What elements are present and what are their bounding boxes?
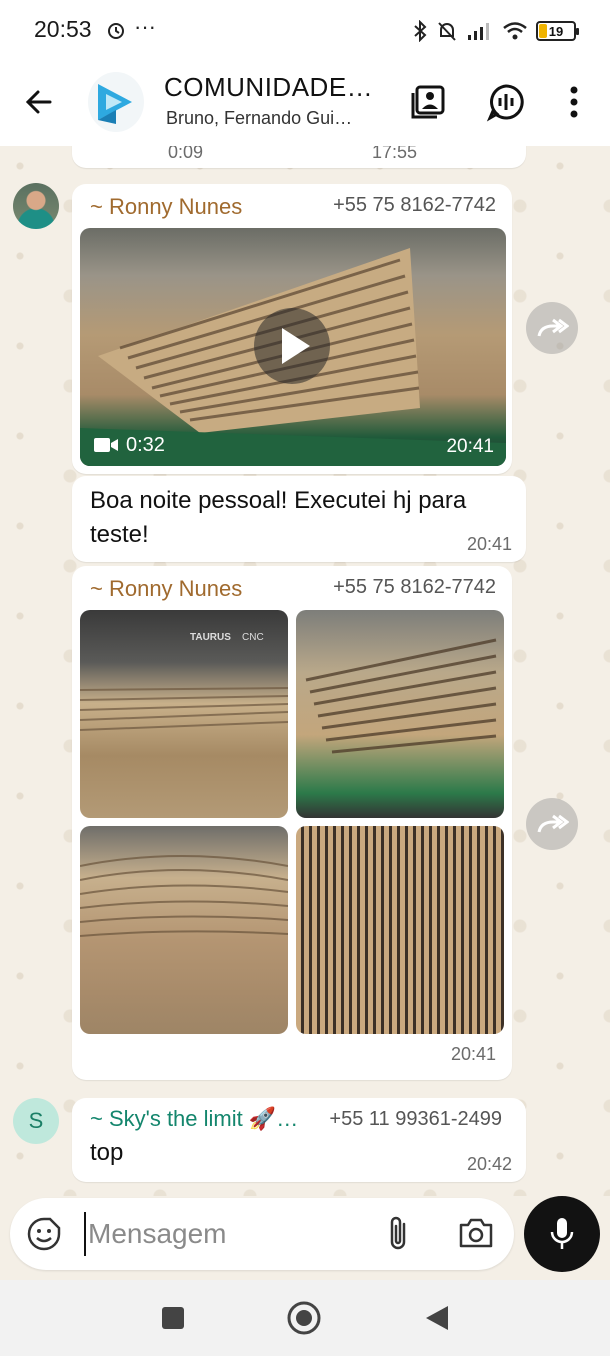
play-button[interactable] (254, 308, 330, 384)
message-timestamp: 20:42 (466, 1154, 512, 1174)
forward-icon (537, 318, 569, 337)
group-name[interactable]: COMUNIDADE… (164, 72, 384, 103)
camera-icon[interactable] (458, 1216, 494, 1250)
composer-pill (10, 1198, 514, 1270)
status-right-icons: 19 (412, 20, 579, 42)
partial-left-time: 0:09 (168, 146, 204, 162)
sticker-icon[interactable] (26, 1216, 62, 1252)
forward-icon (537, 814, 569, 833)
message-line-1: Boa noite pessoal! Executei hj para (90, 487, 467, 514)
photo-image (305, 638, 497, 754)
message-timestamp: 20:41 (466, 534, 512, 554)
sender-avatar[interactable]: S (13, 1098, 59, 1144)
message-line-2: teste! (90, 521, 149, 548)
text-message-bubble[interactable]: Boa noite pessoal! Executei hj para test… (72, 476, 526, 562)
chat-area[interactable]: 0:09 17:55 ~ Ronny Nunes +55 75 8162-774… (0, 146, 610, 1196)
bluetooth-icon (414, 20, 427, 42)
home-icon[interactable] (286, 1300, 322, 1336)
forward-button[interactable] (526, 798, 578, 850)
status-more-indicator: ··· (134, 14, 156, 39)
sender-phone: +55 11 99361-2499 (329, 1108, 502, 1130)
play-icon (282, 328, 310, 364)
back-arrow-icon[interactable] (20, 82, 60, 122)
wifi-icon (503, 22, 527, 40)
chat-header: COMUNIDADE… Bruno, Fernando Gui… (0, 62, 610, 146)
status-time: 20:53 (34, 16, 92, 42)
album-photo-3[interactable] (80, 826, 288, 1034)
text-message-bubble[interactable]: ~ Sky's the limit 🚀… +55 11 99361-2499 t… (72, 1098, 526, 1182)
media-gallery-icon[interactable] (408, 82, 448, 122)
photo-image (80, 687, 288, 731)
forward-button[interactable] (526, 302, 578, 354)
group-logo-icon (98, 84, 132, 124)
back-nav-icon[interactable] (424, 1304, 450, 1332)
sender-name[interactable]: ~ Ronny Nunes (90, 576, 242, 602)
avatar-letter: S (28, 1108, 44, 1133)
muted-bell-icon (438, 22, 456, 41)
message-text: top (90, 1139, 124, 1166)
album-photo-4[interactable] (296, 826, 504, 1034)
message-input[interactable] (84, 1212, 374, 1256)
video-thumbnail[interactable]: 0:32 20:41 (80, 228, 506, 466)
album-timestamp: 20:41 (450, 1044, 496, 1064)
status-bar: 20:53 ··· 19 (0, 0, 610, 62)
battery-level: 19 (548, 23, 564, 39)
partial-right-time: 17:55 (372, 146, 418, 162)
voice-chat-icon[interactable] (486, 82, 526, 122)
sender-phone: +55 75 8162-7742 (333, 576, 496, 598)
sender-name[interactable]: ~ Ronny Nunes (90, 194, 242, 220)
group-members[interactable]: Bruno, Fernando Gui… (166, 108, 376, 129)
album-photo-2[interactable] (296, 610, 504, 818)
video-camera-icon (94, 438, 118, 452)
attach-icon[interactable] (384, 1214, 412, 1254)
album-message-bubble[interactable]: ~ Ronny Nunes +55 75 8162-7742 TAURUS CN… (72, 566, 512, 1080)
photo-image (80, 855, 288, 937)
composer-bar (0, 1196, 610, 1280)
partial-message-bubble[interactable]: 0:09 17:55 (72, 146, 526, 168)
more-vert-icon[interactable] (554, 82, 594, 122)
battery-icon: 19 (536, 21, 579, 41)
signal-icon (468, 23, 489, 40)
video-timestamp: 20:41 (446, 436, 494, 457)
group-avatar[interactable] (88, 72, 144, 132)
mic-icon (550, 1218, 574, 1249)
video-duration: 0:32 (126, 434, 165, 456)
recents-icon[interactable] (160, 1305, 186, 1331)
system-nav-bar (0, 1280, 610, 1356)
sender-phone: +55 75 8162-7742 (333, 194, 496, 216)
video-message-bubble[interactable]: ~ Ronny Nunes +55 75 8162-7742 0:32 20:4… (72, 184, 512, 474)
sender-name[interactable]: ~ Sky's the limit 🚀… (90, 1106, 316, 1132)
mic-button[interactable] (524, 1196, 600, 1272)
sender-avatar[interactable] (13, 183, 59, 229)
alarm-icon (108, 23, 124, 39)
album-photo-1[interactable]: TAURUS CNC (80, 610, 288, 818)
